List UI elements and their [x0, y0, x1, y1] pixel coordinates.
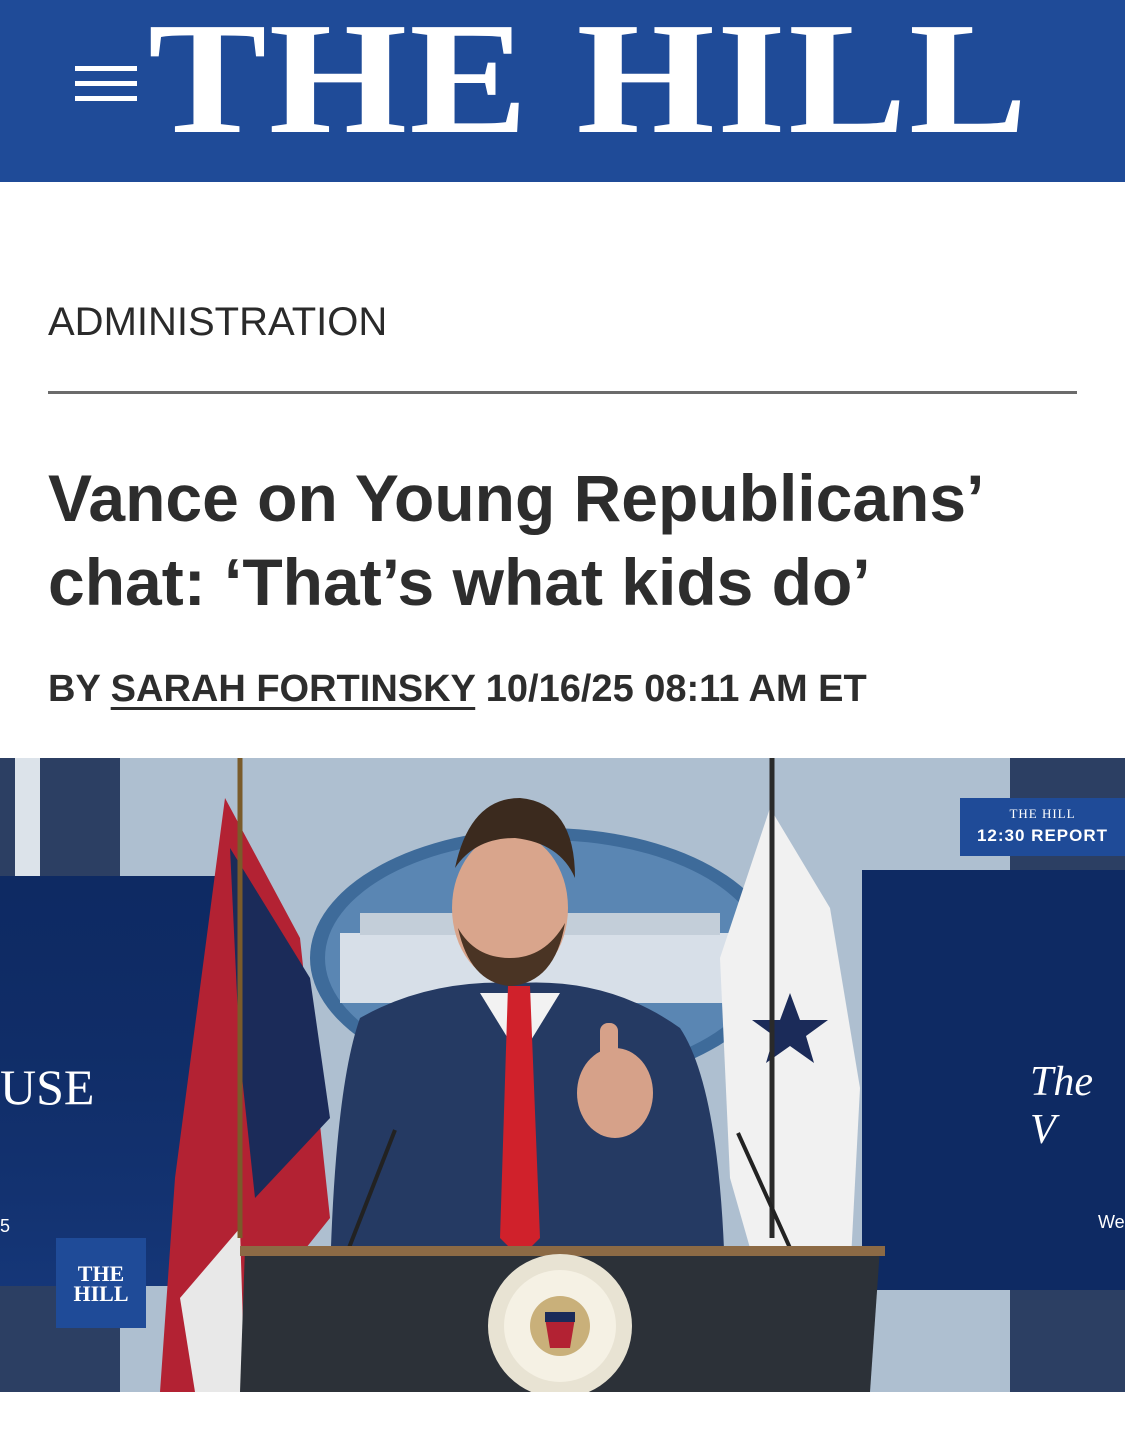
report-badge-title: 12:30 REPORT [976, 826, 1109, 845]
hero-image [0, 758, 1125, 1392]
report-badge: THE HILL 12:30 REPORT [960, 798, 1125, 856]
article-timestamp: 10/16/25 08:11 AM ET [485, 668, 867, 710]
right-screen-small-text: We [1098, 1212, 1125, 1232]
corner-logo-line2: HILL [73, 1281, 129, 1306]
article-headline: Vance on Young Republicans’ chat: ‘That’… [48, 461, 981, 619]
category-divider [48, 391, 1077, 394]
author-link[interactable]: SARAH FORTINSKY [111, 668, 476, 710]
article-category[interactable]: ADMINISTRATION [48, 300, 387, 345]
site-logo[interactable]: THE HILL [148, 0, 1028, 158]
site-header: THE HILL [0, 0, 1125, 182]
left-screen-small-text: 5 [0, 1216, 11, 1236]
hero-photo [0, 758, 1125, 1392]
hamburger-menu-icon[interactable] [75, 66, 137, 102]
byline-prefix: BY [48, 668, 101, 710]
right-screen-text: The V [1030, 1059, 1093, 1153]
the-hill-corner-logo: THE HILL [56, 1238, 146, 1328]
report-badge-brand: THE HILL [1009, 806, 1076, 821]
left-screen-text: USE [0, 1059, 95, 1115]
article-byline: BY SARAH FORTINSKY 10/16/25 08:11 AM ET [48, 668, 867, 711]
